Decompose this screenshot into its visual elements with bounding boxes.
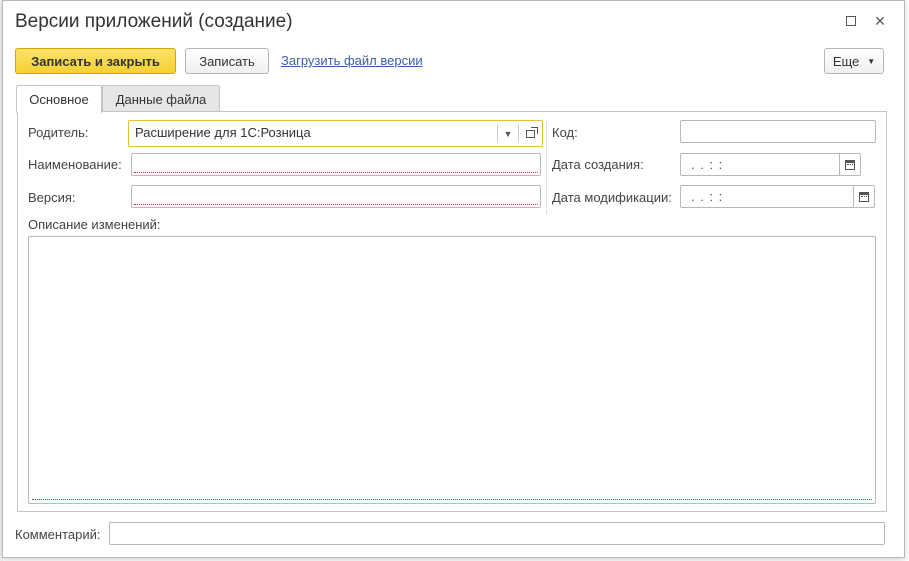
name-field[interactable] (131, 153, 541, 176)
close-button[interactable]: × (872, 11, 888, 31)
modified-date-calendar-button[interactable] (853, 185, 875, 208)
tab-main[interactable]: Основное (16, 85, 102, 113)
version-label: Версия: (28, 190, 76, 205)
version-field[interactable] (131, 185, 541, 208)
tab-main-label: Основное (29, 92, 89, 107)
chevron-down-icon: ▼ (867, 56, 876, 66)
created-date-calendar-button[interactable] (839, 153, 861, 176)
parent-value: Расширение для 1С:Розница (135, 125, 311, 140)
maximize-icon (846, 16, 856, 26)
code-label: Код: (552, 125, 578, 140)
open-window-icon (525, 126, 538, 138)
more-button-label: Еще (832, 53, 860, 69)
code-field[interactable] (680, 120, 876, 143)
tab-file-data-label: Данные файла (115, 91, 207, 107)
calendar-icon (859, 191, 869, 202)
dropdown-button[interactable]: ▼ (498, 121, 518, 146)
created-date-field[interactable]: . . : : (680, 153, 861, 176)
description-label: Описание изменений: (28, 217, 161, 232)
tab-file-data[interactable]: Данные файла (102, 85, 220, 112)
maximize-button[interactable] (843, 13, 859, 29)
open-button[interactable] (520, 121, 540, 146)
save-and-close-button[interactable]: Записать и закрыть (15, 48, 176, 74)
modified-date-field[interactable]: . . : : (680, 185, 875, 208)
created-date-value: . . : : (691, 157, 724, 172)
comment-field[interactable] (109, 522, 885, 545)
close-icon: × (874, 11, 886, 31)
field-separator (518, 125, 519, 142)
comment-label: Комментарий: (15, 527, 101, 542)
column-divider (546, 122, 547, 214)
name-label: Наименование: (28, 157, 122, 172)
load-version-file-link[interactable]: Загрузить файл версии (281, 53, 423, 68)
modified-date-value: . . : : (691, 189, 724, 204)
parent-label: Родитель: (28, 125, 89, 140)
dialog-window: Версии приложений (создание) × Записать … (2, 0, 905, 558)
parent-field[interactable]: Расширение для 1С:Розница ▼ (128, 120, 543, 147)
description-textarea[interactable] (28, 236, 876, 504)
main-tab-panel: Родитель: Расширение для 1С:Розница ▼ На… (17, 111, 887, 512)
created-date-label: Дата создания: (552, 157, 644, 172)
window-title: Версии приложений (создание) (15, 11, 293, 32)
save-button[interactable]: Записать (185, 48, 269, 74)
modified-date-label: Дата модификации: (552, 190, 672, 205)
more-button[interactable]: Еще ▼ (824, 48, 884, 74)
calendar-icon (845, 159, 855, 170)
chevron-down-icon: ▼ (503, 128, 513, 139)
